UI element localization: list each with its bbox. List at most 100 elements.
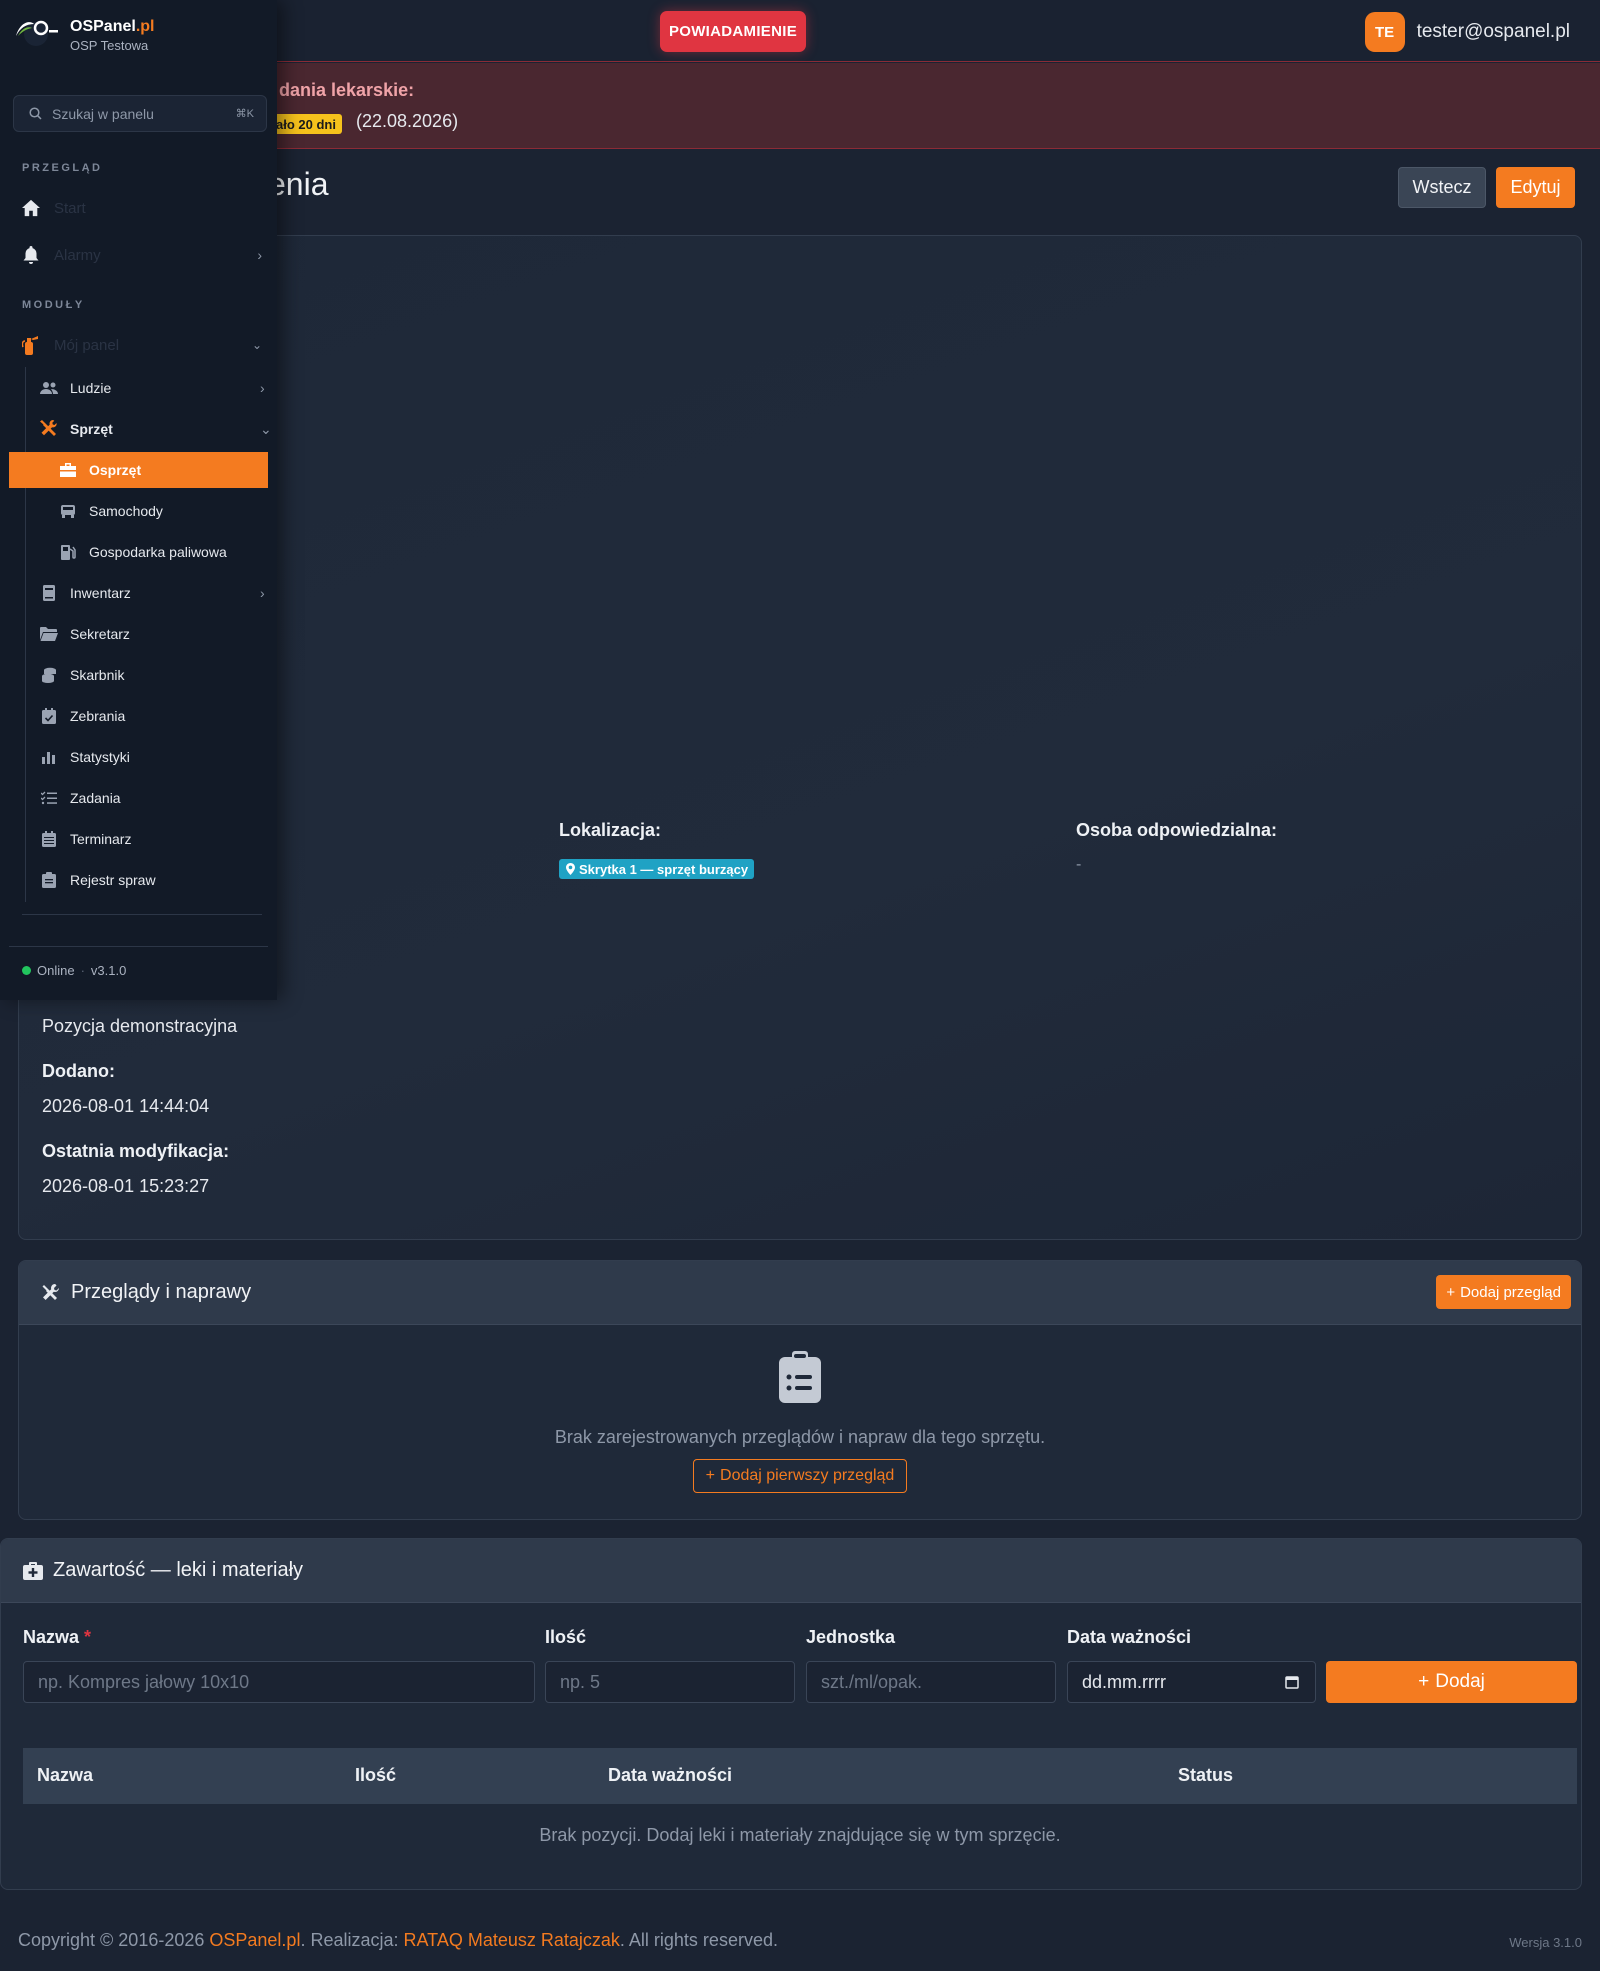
sidebar-item-label: Statystyki [70, 749, 130, 765]
reviews-title-text: Przeglądy i naprawy [71, 1281, 252, 1303]
sidebar-item-my-panel[interactable]: Mój panel ⌄ [22, 333, 262, 357]
plus-icon: + [1418, 1671, 1430, 1692]
sidebar-item-label: Rejestr spraw [70, 872, 156, 888]
expiry-date-text: dd.mm.rrrr [1082, 1671, 1166, 1692]
added-label: Dodano: [42, 1061, 115, 1081]
avatar[interactable]: TE [1364, 12, 1405, 52]
sidebar-item-label: Ludzie [70, 380, 112, 396]
unit-input[interactable] [806, 1661, 1056, 1703]
add-review-label: Dodaj przegląd [1460, 1283, 1561, 1301]
sidebar-item-alarms[interactable]: Alarmy › [22, 243, 262, 267]
sidebar-item-schedule[interactable]: Terminarz [40, 821, 268, 857]
sidebar-item-tasks[interactable]: Zadania [40, 780, 268, 816]
notification-button[interactable]: POWIADAMIENIE [660, 11, 806, 52]
sidebar-item-label: Zadania [70, 790, 121, 806]
chevron-down-icon: ⌄ [251, 338, 262, 352]
sidebar-item-meetings[interactable]: Zebrania [40, 698, 268, 734]
item-name-input[interactable] [23, 1661, 535, 1703]
sidebar-item-treasurer[interactable]: Skarbnik [40, 657, 268, 693]
user-email[interactable]: tester@ospanel.pl [1417, 21, 1570, 43]
truck-icon [59, 502, 77, 520]
back-button[interactable]: Wstecz [1398, 167, 1486, 208]
copyright-prefix: Copyright © 2016-2026 [18, 1930, 210, 1950]
sidebar-item-label: Gospodarka paliwowa [89, 544, 227, 560]
sidebar-item-people[interactable]: Ludzie › [40, 370, 268, 406]
edit-button[interactable]: Edytuj [1496, 167, 1575, 208]
responsible-label: Osoba odpowiedzialna: [1076, 820, 1278, 840]
tools-icon [41, 1283, 61, 1303]
map-pin-icon [565, 863, 575, 875]
footer-author-link[interactable]: RATAQ Mateusz Ratajczak [404, 1930, 620, 1950]
sidebar-item-fuel[interactable]: Gospodarka paliwowa [59, 534, 268, 570]
status-label: Online [37, 963, 75, 978]
reviews-card-header: Przeglądy i naprawy + Dodaj przegląd [19, 1261, 1581, 1325]
location-value: Skrytka 1 — sprzęt burzący [579, 861, 749, 877]
tree-line [25, 367, 26, 902]
brand-name[interactable]: OSPanel.pl [70, 18, 154, 36]
sidebar-item-label: Sekretarz [70, 626, 130, 642]
sidebar-item-inventory[interactable]: Inwentarz › [40, 575, 268, 611]
folder-icon [40, 625, 58, 643]
quantity-input[interactable] [545, 1661, 795, 1703]
sidebar-divider [9, 946, 268, 947]
footer-brand-link[interactable]: OSPanel.pl [209, 1930, 300, 1950]
status-dot [22, 966, 31, 975]
sidebar-item-equipment[interactable]: Sprzęt ⌄ [40, 411, 272, 447]
sidebar-item-label: Mój panel [54, 336, 120, 354]
sidebar-item-secretary[interactable]: Sekretarz [40, 616, 268, 652]
name-label: Nazwa * [23, 1627, 91, 1648]
add-item-label: Dodaj [1435, 1671, 1485, 1692]
contents-title-text: Zawartość — leki i materiały [53, 1559, 304, 1581]
sidebar-item-label: Zebrania [70, 708, 126, 724]
location-badge: Skrytka 1 — sprzęt burzący [559, 859, 755, 879]
section-overview-label: PRZEGLĄD [22, 162, 103, 174]
search-shortcut: ⌘K [235, 108, 254, 120]
calendar-icon [40, 830, 58, 848]
sidebar-item-label: Skarbnik [70, 667, 125, 683]
calendar-icon[interactable] [1283, 1673, 1301, 1691]
required-marker: * [84, 1627, 92, 1647]
clipboard-icon [40, 871, 58, 889]
user-menu[interactable]: TE tester@ospanel.pl [1364, 12, 1570, 52]
chevron-down-icon: ⌄ [260, 420, 272, 437]
users-icon [40, 379, 58, 397]
add-first-review-label: Dodaj pierwszy przegląd [720, 1467, 895, 1484]
contents-empty-text: Brak pozycji. Dodaj leki i materiały zna… [539, 1825, 1061, 1845]
sidebar-item-label: Inwentarz [70, 585, 131, 601]
name-label-text: Nazwa [23, 1627, 80, 1647]
column-header-quantity: Ilość [355, 1765, 397, 1785]
status-separator: · [80, 963, 85, 978]
book-icon [40, 584, 58, 602]
section-modules-label: MODUŁY [22, 299, 85, 311]
sidebar-item-case-register[interactable]: Rejestr spraw [40, 862, 268, 898]
contents-title: Zawartość — leki i materiały [23, 1559, 303, 1582]
coins-icon [40, 666, 58, 684]
expiry-date-input[interactable]: dd.mm.rrrr [1067, 1661, 1316, 1703]
logo[interactable] [14, 14, 60, 46]
sidebar-item-vehicles[interactable]: Samochody [59, 493, 268, 529]
fire-extinguisher-icon [22, 336, 40, 355]
sidebar-item-accessories[interactable]: Osprzęt [9, 452, 268, 488]
alert-days-badge: ało 20 dni [270, 114, 342, 134]
add-first-review-button[interactable]: + Dodaj pierwszy przegląd [693, 1459, 907, 1493]
search-placeholder: Szukaj w panelu [52, 105, 154, 122]
expiry-label: Data ważności [1067, 1627, 1192, 1647]
sidebar-item-start[interactable]: Start [22, 196, 262, 220]
sidebar-item-statistics[interactable]: Statystyki [40, 739, 268, 775]
column-header-status: Status [1178, 1765, 1234, 1785]
search-icon [26, 105, 44, 123]
add-item-button[interactable]: + Dodaj [1326, 1661, 1577, 1703]
footer-copyright: Copyright © 2016-2026 OSPanel.pl. Realiz… [18, 1930, 778, 1951]
fuel-icon [59, 543, 77, 561]
add-review-button[interactable]: + Dodaj przegląd [1436, 1275, 1571, 1309]
reviews-empty-text: Brak zarejestrowanych przeglądów i napra… [554, 1427, 1046, 1447]
chevron-right-icon: › [257, 247, 262, 263]
sidebar-search[interactable]: Szukaj w panelu ⌘K [13, 95, 267, 132]
reviews-card: Przeglądy i naprawy + Dodaj przegląd Bra… [18, 1260, 1582, 1520]
brand-name-text: OSPanel [70, 18, 136, 35]
tasks-icon [40, 789, 58, 807]
sidebar-item-label: Samochody [89, 503, 163, 519]
modified-label: Ostatnia modyfikacja: [42, 1141, 230, 1161]
added-value: 2026-08-01 14:44:04 [42, 1096, 210, 1116]
alert-title: dania lekarskie: [279, 80, 415, 100]
